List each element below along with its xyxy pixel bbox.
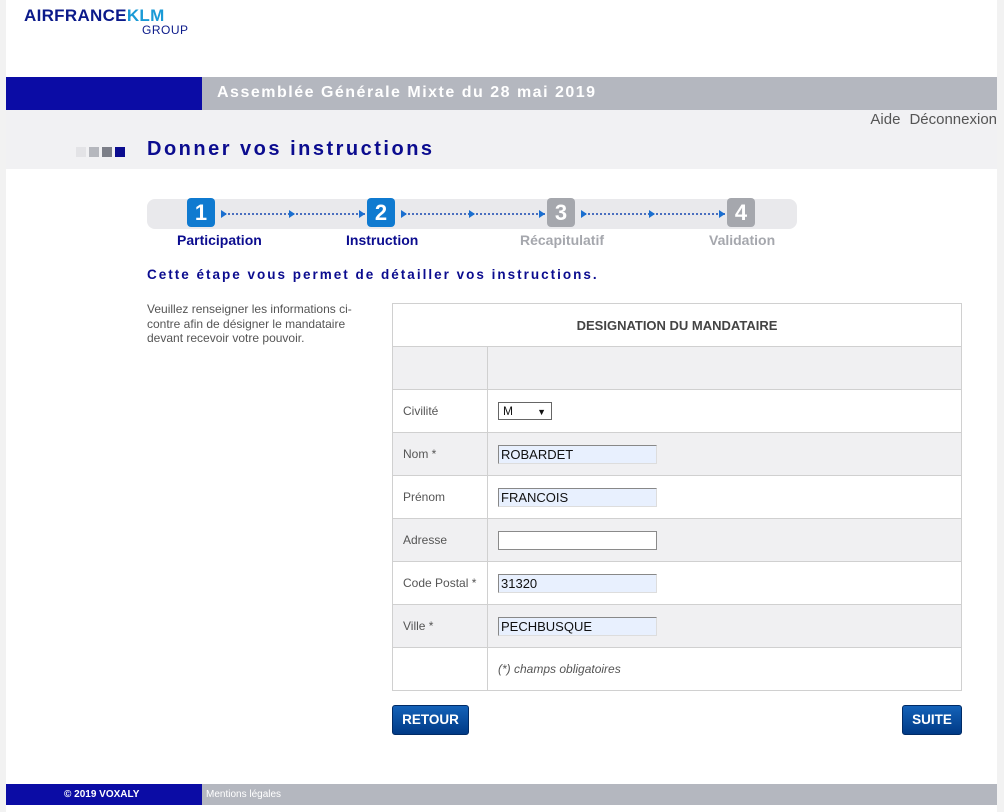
step-1-number: 1 [187,198,215,227]
ville-label: Ville * [392,604,488,648]
banner-accent [6,77,202,110]
logout-link[interactable]: Déconnexion [909,111,997,128]
step-2-label: Instruction [346,232,419,248]
title-squares-icon [76,147,125,157]
back-button[interactable]: RETOUR [392,705,469,735]
header-banner: Assemblée Générale Mixte du 28 mai 2019 [6,77,997,110]
copyright: © 2019 VOXALY [6,784,202,805]
arrow-icon [401,210,407,218]
logo-sub: GROUP [142,23,189,37]
arrow-icon [719,210,725,218]
arrow-icon [359,210,365,218]
adresse-input[interactable] [498,530,657,550]
prenom-input[interactable] [498,487,657,507]
prenom-label: Prénom [392,475,488,519]
arrow-icon [581,210,587,218]
nom-input[interactable] [498,444,657,464]
step-3-label: Récapitulatif [520,232,605,248]
dropdown-caret-icon: ▼ [537,407,546,417]
civilite-select[interactable]: M ▼ [498,402,552,420]
empty-cell [392,346,488,390]
adresse-label: Adresse [392,518,488,562]
page-header: Aide Déconnexion Donner vos instructions [6,110,997,169]
required-note: (*) champs obligatoires [487,647,962,691]
step-4-label: Validation [709,232,776,248]
banner-title: Assemblée Générale Mixte du 28 mai 2019 [217,84,597,101]
help-link[interactable]: Aide [870,111,900,128]
form-header: DESIGNATION DU MANDATAIRE [392,303,962,347]
civilite-label: Civilité [392,389,488,433]
page: AIRFRANCEKLM GROUP Assemblée Générale Mi… [6,0,997,812]
instructions-text: Veuillez renseigner les informations ci-… [147,302,352,345]
arrow-icon [289,210,295,218]
code-postal-input[interactable] [498,573,657,593]
next-button[interactable]: SUITE [902,705,962,735]
airfrance-klm-logo: AIRFRANCEKLM GROUP [24,6,188,36]
intro-text: Cette étape vous permet de détailler vos… [147,267,599,282]
footer: © 2019 VOXALY Mentions légales [6,784,997,805]
step-3-number: 3 [547,198,575,227]
ville-input[interactable] [498,616,657,636]
arrow-icon [469,210,475,218]
proxy-form: DESIGNATION DU MANDATAIRE Civilité M ▼ N… [392,303,962,691]
step-2-number: 2 [367,198,395,227]
step-1-label: Participation [177,232,262,248]
civilite-value: M [503,404,513,418]
legal-link[interactable]: Mentions légales [206,784,281,805]
code-postal-label: Code Postal * [392,561,488,605]
page-title: Donner vos instructions [147,138,435,160]
progress-stepper: 1 2 3 4 [147,198,797,229]
empty-cell [392,647,488,691]
arrow-icon [649,210,655,218]
logo-brand-airfrance: AIRFRANCE [24,6,127,25]
step-4-number: 4 [727,198,755,227]
empty-cell [487,346,962,390]
arrow-icon [539,210,545,218]
top-links: Aide Déconnexion [861,111,997,128]
arrow-icon [221,210,227,218]
nom-label: Nom * [392,432,488,476]
